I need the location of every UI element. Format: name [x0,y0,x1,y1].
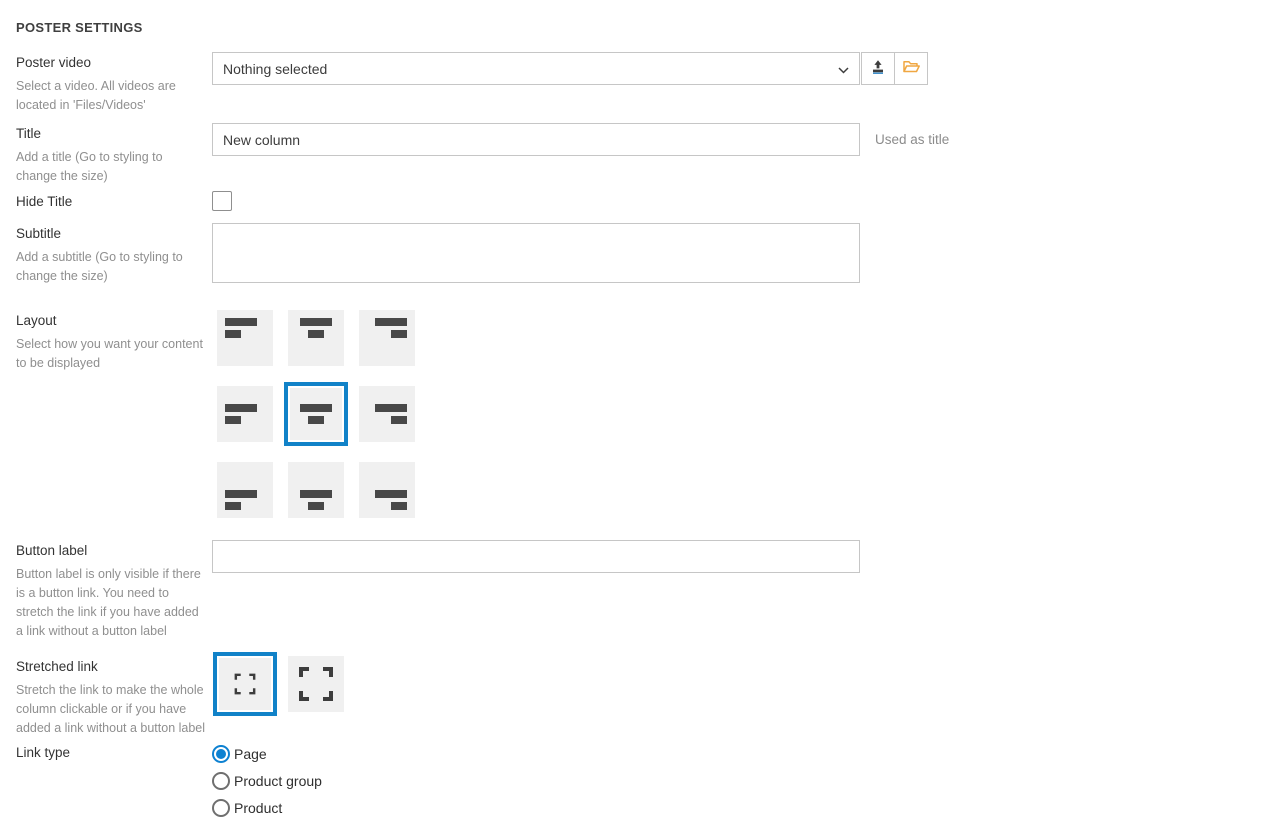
subtitle-input[interactable] [212,223,860,283]
stretched-link-option-grid [217,656,1280,712]
field-row-hide-title: Hide Title [16,191,1280,216]
poster-video-select-value: Nothing selected [223,61,327,77]
button-label-help: Button label is only visible if there is… [16,565,206,641]
text-alignment-bars-icon [375,490,407,510]
stretched-link-option-stretched[interactable] [217,656,273,712]
text-alignment-bars-icon [375,318,407,338]
layout-label: Layout [16,312,212,330]
hide-title-label: Hide Title [16,193,212,211]
text-alignment-bars-icon [300,318,332,338]
radio-button[interactable] [212,745,230,763]
field-row-link-type: Link type Page Product group Product [16,742,1280,826]
title-input[interactable] [212,123,860,156]
poster-video-label-col: Poster video Select a video. All videos … [16,52,212,115]
layout-option-middle-center[interactable] [288,386,344,442]
field-row-poster-video: Poster video Select a video. All videos … [16,52,1280,115]
stretched-link-option-not-stretched[interactable] [288,656,344,712]
layout-option-middle-left[interactable] [217,386,273,442]
stretched-link-help: Stretch the link to make the whole colum… [16,681,206,738]
link-type-option-page[interactable]: Page [212,745,1280,763]
poster-settings-panel: POSTER SETTINGS Poster video Select a vi… [0,0,1280,826]
layout-label-col: Layout Select how you want your content … [16,310,212,373]
radio-label: Product [234,800,282,816]
browse-files-button[interactable] [894,52,928,85]
poster-video-control: Nothing selected [212,52,1280,85]
field-row-title: Title Add a title (Go to styling to chan… [16,123,1280,186]
button-label-input[interactable] [212,540,860,573]
hide-title-control [212,191,1280,211]
stretched-link-control [212,656,1280,712]
radio-label: Page [234,746,267,762]
link-type-control: Page Product group Product [212,742,1280,826]
chevron-down-icon [838,61,849,77]
layout-control [212,310,1280,518]
text-alignment-bars-icon [225,318,257,338]
layout-option-middle-right[interactable] [359,386,415,442]
poster-video-help: Select a video. All videos are located i… [16,77,206,115]
title-note: Used as title [875,132,949,147]
layout-option-top-left[interactable] [217,310,273,366]
panel-title: POSTER SETTINGS [16,20,1280,35]
text-alignment-bars-icon [225,490,257,510]
link-type-label-col: Link type [16,742,212,767]
link-type-option-product[interactable]: Product [212,799,1280,817]
link-type-option-product-group[interactable]: Product group [212,772,1280,790]
button-label-control [212,540,1280,573]
text-alignment-bars-icon [300,404,332,424]
radio-button[interactable] [212,799,230,817]
title-label-col: Title Add a title (Go to styling to chan… [16,123,212,186]
poster-video-label: Poster video [16,54,212,72]
upload-video-button[interactable] [861,52,895,85]
stretched-link-label-col: Stretched link Stretch the link to make … [16,656,212,738]
layout-help: Select how you want your content to be d… [16,335,206,373]
subtitle-label: Subtitle [16,225,212,243]
corner-brackets-icon [298,666,334,702]
text-alignment-bars-icon [375,404,407,424]
subtitle-help: Add a subtitle (Go to styling to change … [16,248,206,286]
subtitle-control [212,223,1280,288]
title-label: Title [16,125,212,143]
text-alignment-bars-icon [225,404,257,424]
layout-option-top-center[interactable] [288,310,344,366]
hide-title-checkbox[interactable] [212,191,232,211]
field-row-button-label: Button label Button label is only visibl… [16,540,1280,641]
radio-label: Product group [234,773,322,789]
stretched-link-label: Stretched link [16,658,212,676]
layout-option-bottom-right[interactable] [359,462,415,518]
layout-option-bottom-center[interactable] [288,462,344,518]
field-row-stretched-link: Stretched link Stretch the link to make … [16,656,1280,738]
subtitle-label-col: Subtitle Add a subtitle (Go to styling t… [16,223,212,286]
radio-button[interactable] [212,772,230,790]
poster-video-select[interactable]: Nothing selected [212,52,860,85]
link-type-label: Link type [16,744,212,762]
field-row-layout: Layout Select how you want your content … [16,310,1280,518]
button-label-label-col: Button label Button label is only visibl… [16,540,212,641]
link-type-radio-group: Page Product group Product [212,742,1280,817]
layout-option-top-right[interactable] [359,310,415,366]
field-row-subtitle: Subtitle Add a subtitle (Go to styling t… [16,223,1280,288]
title-help: Add a title (Go to styling to change the… [16,148,206,186]
upload-icon [870,59,886,78]
layout-option-grid [217,310,1280,518]
text-alignment-bars-icon [300,490,332,510]
button-label-label: Button label [16,542,212,560]
corner-brackets-icon [234,673,256,695]
layout-option-bottom-left[interactable] [217,462,273,518]
hide-title-label-col: Hide Title [16,191,212,216]
title-control: Used as title [212,123,1280,156]
open-folder-icon [902,59,921,78]
